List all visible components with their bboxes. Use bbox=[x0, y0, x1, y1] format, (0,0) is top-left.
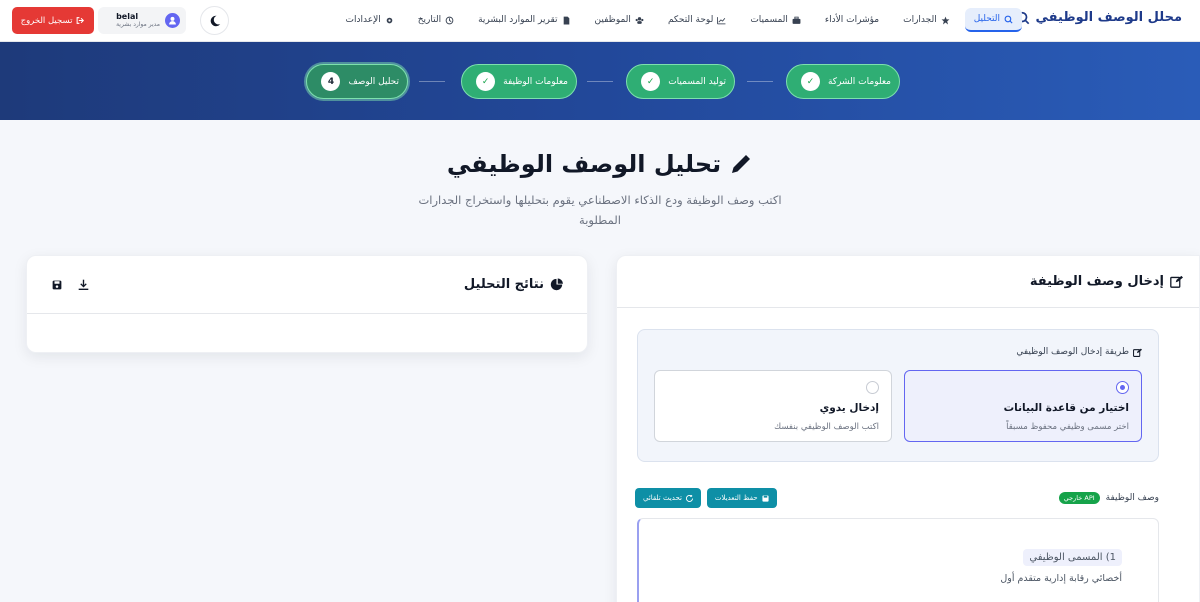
input-title: إدخال وصف الوظيفة bbox=[1029, 274, 1164, 289]
results-actions bbox=[51, 279, 89, 291]
option-database[interactable]: اختيار من قاعدة البيانات اختر مسمى وظيفي… bbox=[904, 370, 1142, 442]
step-connector bbox=[747, 81, 773, 82]
top-navbar: محلل الوصف الوظيفي التحليل الجدارات مؤشر… bbox=[0, 0, 1200, 42]
nav-dashboard-label: لوحة التحكم bbox=[667, 15, 714, 25]
option-manual-desc: اكتب الوصف الوظيفي بنفسك bbox=[774, 422, 879, 432]
step-description-analysis-label: تحليل الوصف bbox=[348, 76, 399, 87]
nav-kpis-label: مؤشرات الأداء bbox=[824, 15, 880, 25]
nav-employees[interactable]: الموظفين bbox=[586, 9, 653, 31]
nav-settings-label: الإعدادات bbox=[345, 15, 381, 25]
brand-title: محلل الوصف الوظيفي bbox=[1035, 10, 1182, 25]
step-job-info[interactable]: معلومات الوظيفة ✓ bbox=[461, 64, 577, 99]
logout-label: تسجيل الخروج bbox=[20, 15, 73, 26]
check-icon: ✓ bbox=[476, 72, 496, 91]
check-icon: ✓ bbox=[800, 72, 820, 91]
step-connector bbox=[419, 81, 445, 82]
option-manual-title: إدخال يدوي bbox=[819, 402, 879, 414]
job-description-toolbar: وصف الوظيفة API خارجي تحديث تلقائي حفظ ا… bbox=[635, 488, 1159, 508]
brand[interactable]: محلل الوصف الوظيفي bbox=[1016, 10, 1182, 25]
download-icon bbox=[78, 279, 88, 290]
input-method-group: طريقة إدخال الوصف الوظيفي اختيار من قاعد… bbox=[637, 329, 1159, 462]
job-description-actions: تحديث تلقائي حفظ التعديلات bbox=[635, 488, 777, 508]
results-card: نتائج التحليل bbox=[26, 255, 588, 353]
pencil-icon bbox=[732, 155, 751, 173]
nav-kpis[interactable]: مؤشرات الأداء bbox=[816, 9, 888, 31]
check-icon: ✓ bbox=[641, 72, 661, 91]
job-description-label: وصف الوظيفة API خارجي bbox=[1058, 492, 1159, 504]
gear-icon bbox=[386, 17, 393, 23]
file-icon bbox=[563, 16, 569, 24]
step-company-info-label: معلومات الشركة bbox=[827, 76, 891, 87]
nav-history-label: التاريخ bbox=[417, 15, 442, 25]
option-manual[interactable]: إدخال يدوي اكتب الوصف الوظيفي بنفسك bbox=[654, 370, 892, 442]
users-icon bbox=[635, 16, 644, 24]
save-button[interactable] bbox=[51, 279, 63, 291]
page-subtitle: اكتب وصف الوظيفة ودع الذكاء الاصطناعي يق… bbox=[418, 193, 782, 228]
nav-competencies-label: الجدارات bbox=[903, 15, 937, 25]
option-database-title: اختيار من قاعدة البيانات bbox=[1003, 402, 1129, 414]
save-changes-button[interactable]: حفظ التعديلات bbox=[706, 488, 777, 508]
star-icon bbox=[941, 16, 950, 24]
nav-competencies[interactable]: الجدارات bbox=[894, 9, 959, 31]
chart-icon bbox=[717, 16, 726, 24]
results-title: نتائج التحليل bbox=[464, 277, 563, 292]
input-method-label: طريقة إدخال الوصف الوظيفي bbox=[1016, 347, 1142, 357]
refresh-label: تحديث تلقائي bbox=[643, 494, 682, 502]
nav-settings[interactable]: الإعدادات bbox=[337, 9, 403, 31]
results-title-text: نتائج التحليل bbox=[463, 277, 544, 292]
floppy-icon bbox=[762, 494, 769, 502]
nav-titles-label: المسميات bbox=[750, 15, 788, 25]
briefcase-icon bbox=[792, 16, 801, 24]
moon-icon bbox=[210, 15, 220, 26]
radio-database[interactable] bbox=[1116, 381, 1129, 394]
logout-icon bbox=[77, 17, 85, 24]
search-icon bbox=[1004, 15, 1013, 24]
nav-analysis[interactable]: التحليل bbox=[964, 8, 1022, 32]
avatar-icon bbox=[165, 13, 180, 28]
radio-manual[interactable] bbox=[866, 381, 879, 394]
nav-hr-report[interactable]: تقرير الموارد البشرية bbox=[469, 9, 579, 31]
step-number-badge: 4 bbox=[321, 72, 341, 91]
refresh-icon bbox=[685, 494, 693, 502]
section-content: أخصائي رقابة إدارية متقدم أول bbox=[1000, 573, 1122, 584]
logout-button[interactable]: تسجيل الخروج bbox=[12, 7, 94, 34]
progress-stepper: معلومات الشركة ✓ توليد المسميات ✓ معلوما… bbox=[0, 42, 1200, 120]
input-method-label-text: طريقة إدخال الوصف الوظيفي bbox=[1016, 347, 1129, 357]
nav-links: التحليل الجدارات مؤشرات الأداء المسميات … bbox=[337, 8, 1022, 32]
edit-icon bbox=[1133, 348, 1142, 357]
save-changes-label: حفظ التعديلات bbox=[714, 494, 758, 502]
job-description-label-text: وصف الوظيفة bbox=[1105, 493, 1159, 503]
nav-hr-report-label: تقرير الموارد البشرية bbox=[478, 15, 558, 25]
results-header: نتائج التحليل bbox=[27, 256, 587, 314]
nav-analysis-label: التحليل bbox=[973, 14, 1000, 24]
pie-chart-icon bbox=[550, 278, 563, 291]
step-company-info[interactable]: معلومات الشركة ✓ bbox=[785, 64, 900, 99]
api-badge: API خارجي bbox=[1058, 492, 1100, 504]
job-description-editor[interactable]: 1) المسمى الوظيفي أخصائي رقابة إدارية مت… bbox=[637, 518, 1159, 602]
floppy-icon bbox=[52, 280, 62, 289]
page-title-text: تحليل الوصف الوظيفي bbox=[446, 150, 722, 178]
option-database-desc: اختر مسمى وظيفي محفوظ مسبقاً bbox=[1006, 422, 1129, 432]
step-generate-titles-label: توليد المسميات bbox=[668, 76, 726, 87]
nav-titles[interactable]: المسميات bbox=[741, 9, 810, 31]
edit-icon bbox=[1170, 275, 1183, 288]
history-icon bbox=[445, 16, 454, 24]
nav-dashboard[interactable]: لوحة التحكم bbox=[659, 9, 735, 31]
user-info: belal مدير موارد بشرية bbox=[116, 12, 160, 28]
step-job-info-label: معلومات الوظيفة bbox=[503, 76, 568, 87]
page-title: تحليل الوصف الوظيفي bbox=[0, 150, 1200, 178]
input-header: إدخال وصف الوظيفة bbox=[617, 256, 1199, 308]
nav-history[interactable]: التاريخ bbox=[409, 9, 463, 31]
step-description-analysis[interactable]: تحليل الوصف 4 bbox=[306, 64, 408, 99]
section-heading: 1) المسمى الوظيفي bbox=[1023, 549, 1122, 566]
download-button[interactable] bbox=[77, 279, 89, 291]
user-role: مدير موارد بشرية bbox=[116, 20, 160, 28]
refresh-button[interactable]: تحديث تلقائي bbox=[635, 488, 701, 508]
theme-toggle-button[interactable] bbox=[200, 6, 229, 35]
user-menu[interactable]: belal مدير موارد بشرية bbox=[98, 7, 186, 34]
input-card: إدخال وصف الوظيفة طريقة إدخال الوصف الوظ… bbox=[616, 255, 1200, 602]
nav-employees-label: الموظفين bbox=[594, 15, 631, 25]
step-connector bbox=[587, 81, 613, 82]
step-generate-titles[interactable]: توليد المسميات ✓ bbox=[626, 64, 735, 99]
